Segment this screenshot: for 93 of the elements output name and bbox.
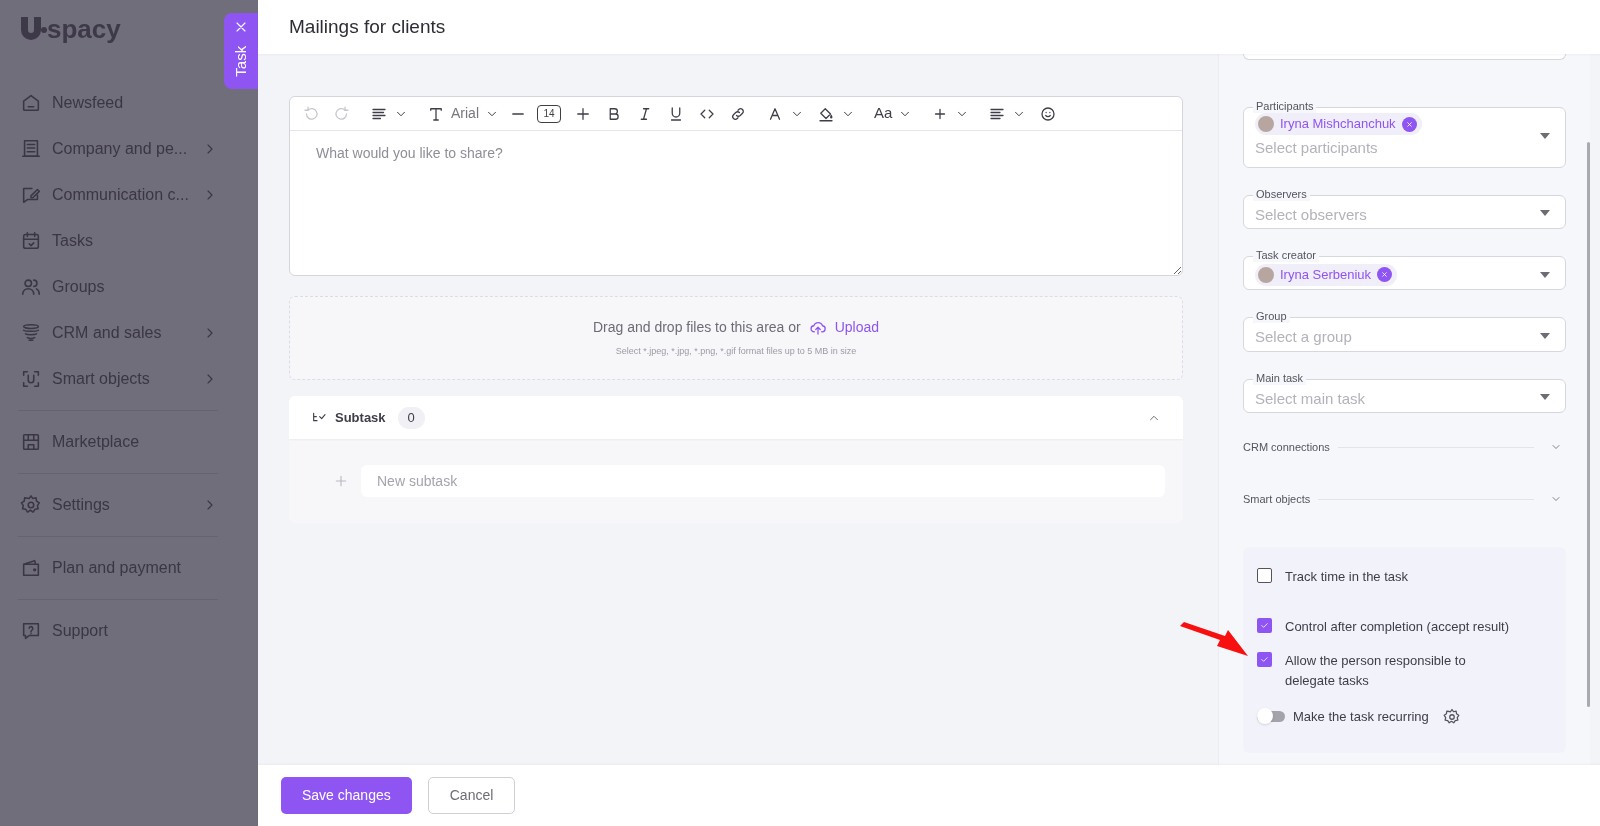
sidebar-item-label: CRM and sales [52,323,162,343]
avatar-placeholder [1258,116,1274,132]
new-subtask-field[interactable]: New subtask [361,465,1165,497]
calendar-icon [20,230,42,252]
check-icon [1259,654,1270,665]
sidebar-item[interactable]: Communication c... [18,176,218,214]
option-label: Make the task recurring [1293,708,1429,726]
subtask-count: 0 [397,406,425,429]
sidebar-item[interactable]: Smart objects [18,360,218,398]
sidebar-item-label: Company and pe... [52,139,188,159]
users-icon [20,276,42,298]
sidebar-item[interactable]: Marketplace [18,423,218,461]
field-label: Main task [1253,371,1307,385]
toolbar-button[interactable]: Aa [874,102,913,125]
settings-icon [1442,707,1461,726]
option-label: Allow the person responsible to delegate tasks [1285,652,1467,690]
dropdown-caret-icon [1540,210,1550,217]
sidebar-item[interactable]: Groups [18,268,218,306]
redo-icon [333,104,351,123]
field-label: Observers [1253,187,1310,201]
field-label: Group [1253,310,1290,323]
help-icon [20,620,42,642]
option-label: Control after completion (accept result) [1285,618,1510,636]
sidebar-item-label: Marketplace [52,432,140,452]
undo-icon [302,104,320,123]
funnel-icon [20,322,42,344]
field-placeholder: Select participants [1255,138,1379,158]
checkbox[interactable] [1257,618,1272,633]
toolbar-button[interactable] [1039,104,1058,123]
settings-icon [20,494,42,516]
text-case-label: Aa [874,103,893,124]
home-icon [20,92,42,114]
option-label: Track time in the task [1285,568,1410,586]
dropdown-caret-icon [1540,133,1550,140]
sidebar-item[interactable]: Settings [18,486,218,524]
font-size-field[interactable]: 14 [537,104,561,123]
checkbox[interactable] [1257,568,1272,583]
checkbox[interactable] [1257,652,1272,667]
sidebar-item-label: Settings [52,495,110,515]
sidebar-item[interactable]: Plan and payment [18,549,218,587]
sidebar-item-label: Plan and payment [52,558,181,578]
toolbar-button[interactable]: Arial [427,103,499,124]
field-label: Participants [1253,100,1317,113]
toolbar-button[interactable] [512,111,524,116]
avatar-placeholder [1258,266,1274,283]
check-icon [1259,620,1270,631]
frame-icon [20,368,42,390]
cancel-button[interactable]: Cancel [427,777,516,814]
sidebar-item[interactable]: Company and pe... [18,130,218,168]
emoji-icon [1039,104,1058,123]
task-tab-label: Task [230,45,250,77]
field-placeholder: Select main task [1255,388,1367,409]
font-name: Arial [451,104,479,123]
sidebar-item[interactable]: Newsfeed [18,84,218,122]
dropdown-caret-icon [1540,271,1550,278]
sidebar-item-label: Communication c... [52,185,189,205]
field-placeholder: Select observers [1255,204,1368,225]
dropdown-caret-icon [1540,332,1550,339]
store-icon [20,431,42,453]
building-icon [20,138,42,160]
remove-chip-button[interactable] [1401,116,1417,132]
sidebar-item[interactable]: CRM and sales [18,314,218,352]
sidebar-item-label: Support [52,621,109,641]
dropzone-text: Drag and drop files to this area or [592,318,801,338]
section-toggle[interactable]: Smart objects [1243,489,1566,509]
sidebar-item-label: Groups [52,277,105,297]
upload-dropzone[interactable]: Drag and drop files to this area or Upload Select *.jpeg, *.jpg, *.png, *.gif format files up to 5 MB in size [289,296,1183,380]
remove-chip-button[interactable] [1377,267,1393,282]
section-toggle[interactable]: CRM connections [1243,437,1566,457]
field-placeholder: Select a group [1255,327,1353,347]
upload-hint: Select *.jpeg, *.jpg, *.png, *.gif format files up to 5 MB in size [615,345,857,359]
panel-title: Mailings for clients [289,14,446,39]
upload-link[interactable]: Upload [808,317,880,339]
toggle-switch[interactable] [1257,711,1285,723]
person-name: Iryna Serbeniuk [1280,265,1372,284]
task-tab[interactable]: Task [224,13,258,89]
dropdown-caret-icon [1540,394,1550,401]
arrow-annotation [1180,622,1248,657]
minus-icon [512,111,524,116]
person-name: Iryna Mishchanchuk [1280,115,1396,134]
section-title: Smart objects [1243,491,1311,507]
sidebar-item[interactable]: Support [18,612,218,650]
subtask-title: Subtask [335,408,386,427]
sidebar-item-label: Tasks [52,231,93,251]
sidebar-item-label: Newsfeed [52,93,124,113]
wallet-icon [20,557,42,579]
save-button[interactable]: Save changes [281,777,412,814]
field-label: Task creator [1253,249,1319,262]
text-editor[interactable]: Arial 14 Aa What would you like to share? [289,96,1183,276]
plus-icon [333,473,349,489]
sidebar-item[interactable]: Tasks [18,222,218,260]
sidebar-item-label: Smart objects [52,369,150,389]
section-title: CRM connections [1243,439,1330,455]
